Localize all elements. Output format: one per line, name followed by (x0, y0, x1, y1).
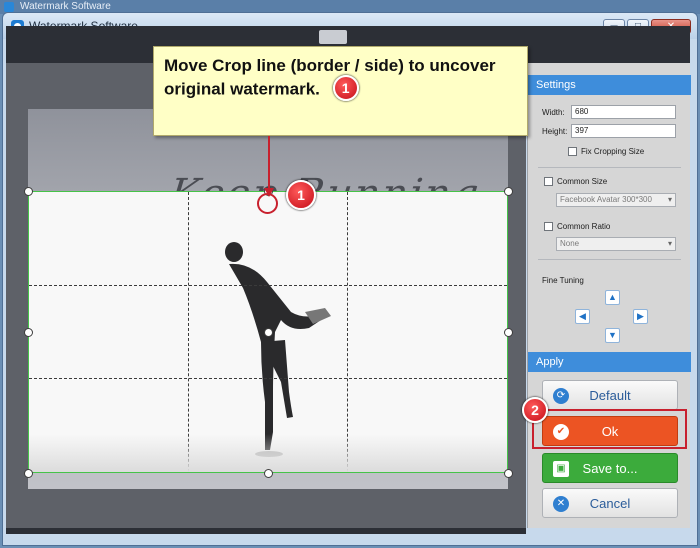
settings-header: Settings (528, 75, 691, 95)
divider (538, 167, 681, 168)
common-ratio-checkbox[interactable] (544, 222, 553, 231)
background-window-title: Watermark Software (20, 1, 111, 12)
status-strip (6, 528, 526, 534)
instruction-callout: Move Crop line (border / side) to uncove… (153, 46, 528, 136)
step-2-badge: 2 (522, 397, 548, 423)
common-ratio-select[interactable]: None ▾ (556, 237, 676, 251)
crop-gridline-vertical (347, 192, 348, 472)
apply-header: Apply (528, 352, 691, 372)
settings-panel: Settings Width: 680 Height: 397 Fix Crop… (527, 63, 691, 528)
nudge-up-button[interactable]: ▲ (605, 290, 620, 305)
crop-handle-bottom-left[interactable] (24, 469, 33, 478)
height-input[interactable]: 397 (571, 124, 676, 138)
crop-handle-center[interactable] (264, 328, 273, 337)
common-size-select[interactable]: Facebook Avatar 300*300 ▾ (556, 193, 676, 207)
toolbar-toggle-handle[interactable] (319, 30, 347, 44)
chevron-down-icon: ▾ (667, 239, 672, 248)
app-logo-icon (4, 2, 14, 12)
nudge-down-button[interactable]: ▼ (605, 328, 620, 343)
common-ratio-label: Common Ratio (557, 222, 611, 231)
refresh-icon: ⟳ (553, 388, 569, 404)
height-label: Height: (542, 127, 568, 136)
ground-mist (29, 434, 507, 472)
common-size-label: Common Size (557, 177, 608, 186)
divider (538, 259, 681, 260)
chevron-down-icon: ▾ (667, 195, 672, 204)
crop-handle-bottom-center[interactable] (264, 469, 273, 478)
crop-gridline-vertical (188, 192, 189, 472)
crop-gridline-horizontal (29, 285, 507, 286)
step-1-badge: 1 (332, 75, 359, 101)
nudge-right-button[interactable]: ▶ (633, 309, 648, 324)
ok-highlight-ring (532, 409, 687, 449)
crop-handle-top-left[interactable] (24, 187, 33, 196)
crop-handle-highlight-ring (257, 193, 278, 214)
floppy-icon: ▣ (553, 461, 569, 477)
close-icon: ✕ (553, 496, 569, 512)
fix-cropping-checkbox[interactable] (568, 147, 577, 156)
cancel-button-label: Cancel (589, 496, 631, 511)
crop-handle-middle-right[interactable] (504, 328, 513, 337)
width-input[interactable]: 680 (571, 105, 676, 119)
fix-cropping-label: Fix Cropping Size (581, 147, 645, 156)
callout-text: Move Crop line (border / side) to uncove… (164, 56, 496, 99)
width-label: Width: (542, 108, 565, 117)
common-size-value: Facebook Avatar 300*300 (560, 195, 652, 204)
save-to-button-label: Save to... (582, 461, 638, 476)
common-size-checkbox[interactable] (544, 177, 553, 186)
nudge-left-button[interactable]: ◀ (575, 309, 590, 324)
fine-tuning-label: Fine Tuning (542, 276, 584, 285)
crop-handle-bottom-right[interactable] (504, 469, 513, 478)
crop-handle-top-right[interactable] (504, 187, 513, 196)
save-to-button[interactable]: ▣ Save to... (542, 453, 678, 483)
default-button-label: Default (589, 388, 631, 403)
callout-arrow (268, 136, 270, 192)
crop-handle-middle-left[interactable] (24, 328, 33, 337)
default-button[interactable]: ⟳ Default (542, 380, 678, 410)
crop-gridline-horizontal (29, 378, 507, 379)
cancel-button[interactable]: ✕ Cancel (542, 488, 678, 518)
step-1-badge: 1 (286, 180, 316, 210)
common-ratio-value: None (560, 239, 580, 248)
